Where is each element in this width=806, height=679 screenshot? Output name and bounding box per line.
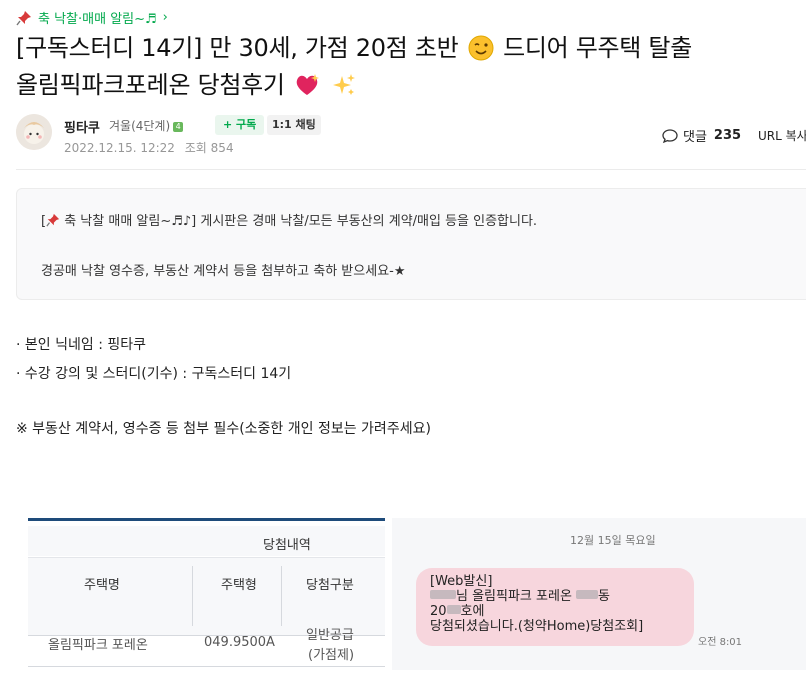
sms-line-1: [Web발신] [430,574,493,589]
sms-line-3-suffix: 호에 [460,604,485,619]
redacted-unit [446,605,461,614]
sms-line-3: 20 호에 [430,604,680,619]
nickname-line: · 본인 닉네임 : 핑타쿠 [16,337,147,353]
cell-house-name: 올림픽파크 포레온 [48,638,148,653]
sms-time: 오전 8:01 [698,637,743,648]
board-category-link[interactable]: 축 낙찰·매매 알림~♬ › [16,8,168,27]
profile-avatar-icon [16,114,52,150]
notice-line-1-text: 게시판은 경매 낙찰/모든 부동산의 계약/매입 등을 인증합니다. [196,214,538,229]
comments-count: 235 [713,128,742,143]
header-house-name: 주택명 [84,578,120,593]
board-notice: [ 축 낙찰 매매 알림~♬♪] 게시판은 경매 낙찰/모든 부동산의 계약/매… [16,188,806,300]
sms-line-2-text: 님 올림픽파크 포레온 [456,589,577,604]
sms-screenshot: 12월 15일 목요일 [Web발신] 님 올림픽파크 포레온 동 20 호에 당… [392,518,806,670]
header-separator [192,566,193,626]
chevron-right-icon: › [162,10,168,25]
post-date: 2022.12.15. 12:22 [64,141,175,155]
redacted-building [576,590,599,599]
member-grade: 겨울(4단계) 4 [109,117,184,134]
cell-category-1: 일반공급 [306,628,354,643]
one-on-one-chat-button[interactable]: 1:1 채팅 [267,115,321,135]
notice-line-1: [ 축 낙찰 매매 알림~♬♪] 게시판은 경매 낙찰/모든 부동산의 계약/매… [41,210,537,229]
table-top-border [28,518,385,521]
sms-line-2-unit: 동 [598,589,611,604]
post-meta: 2022.12.15. 12:22 조회 854 [64,139,234,156]
title-text-line2: 올림픽파크포레온 당첨후기 [16,71,285,99]
title-text-part1: [구독스터디 14기] 만 30세, 가점 20점 초반 [16,34,459,62]
redacted-name [430,590,456,599]
views-count: 854 [210,141,234,155]
sms-date: 12월 15일 목요일 [570,534,656,547]
comments-button[interactable]: 댓글 235 [662,126,741,145]
views-label: 조회 [184,141,207,155]
sparkling-heart-icon [296,74,320,95]
attachment-warning: ※ 부동산 계약서, 영수증 등 첨부 필수(소중한 개인 정보는 가려주세요) [16,421,431,437]
sparkles-icon [333,74,356,95]
winking-face-icon [468,35,494,61]
subscribe-button[interactable]: + 구독 [215,115,265,135]
sms-line-3-prefix: 20 [430,604,447,619]
winning-result-table: 당첨내역 주택명 주택형 당첨구분 올림픽파크 포레온 049.9500A 일반… [28,518,385,670]
cell-house-type: 049.9500A [204,635,275,650]
pushpin-icon [46,213,60,227]
board-category-label: 축 낙찰·매매 알림~♬ [38,12,157,27]
notice-board-name: 축 낙찰 매매 알림~♬♪] [60,214,197,229]
pushpin-icon [16,10,31,25]
header-separator [281,566,282,626]
avatar[interactable] [16,114,52,150]
table-title: 당첨내역 [263,538,311,553]
author-nickname[interactable]: 핑타쿠 [64,117,100,136]
table-bottom-border [28,666,385,667]
sms-line-4: 당첨되셨습니다.(청약Home)당첨조회] [430,619,644,634]
url-copy-button[interactable]: URL 복사 [758,127,806,144]
title-text-part2: 드디어 무주택 탈출 [503,34,692,62]
notice-line-2: 경공매 낙찰 영수증, 부동산 계약서 등을 첨부하고 축하 받으세요-★ [41,264,406,279]
table-title-row: 당첨내역 [28,526,385,556]
header-divider [16,169,806,170]
author-info: 핑타쿠 겨울(4단계) 4 + 구독 1:1 채팅 2022.12.15. 12:… [16,113,806,157]
member-grade-label: 겨울(4단계) [109,119,171,133]
study-line: · 수강 강의 및 스터디(기수) : 구독스터디 14기 [16,366,292,382]
comment-bubble-icon [662,128,678,143]
sms-line-2: 님 올림픽파크 포레온 동 [430,589,680,604]
cell-category-2: (가점제) [308,648,355,663]
comments-label: 댓글 [683,130,707,145]
sms-message-bubble: [Web발신] 님 올림픽파크 포레온 동 20 호에 당첨되셨습니다.(청약Ho… [416,568,694,646]
header-win-category: 당첨구분 [306,578,354,593]
grade-badge-icon: 4 [173,122,184,132]
post-title: [구독스터디 14기] 만 30세, 가점 20점 초반 드디어 무주택 탈출 … [16,30,806,104]
header-house-type: 주택형 [221,578,257,593]
